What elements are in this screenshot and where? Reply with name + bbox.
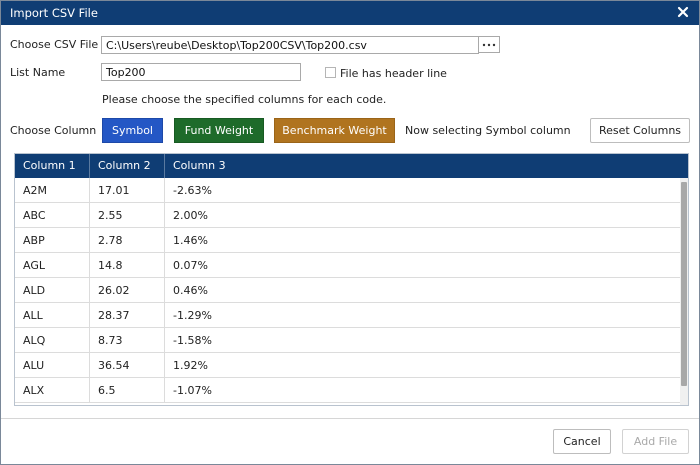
cell-col-3: 0.07% [173, 259, 208, 272]
table-row[interactable]: ALD 26.02 0.46% [15, 278, 680, 303]
cell-col-2: 6.5 [90, 378, 165, 403]
column-header-2[interactable]: Column 2 [90, 154, 165, 178]
column-header-1[interactable]: Column 1 [15, 154, 90, 178]
grid-body: A2M 17.01 -2.63% ABC 2.55 2.00% ABP 2.78… [15, 178, 680, 405]
header-line-checkbox[interactable] [325, 67, 336, 78]
column-header-3[interactable]: Column 3 [165, 154, 688, 178]
dialog-title: Import CSV File [10, 6, 98, 20]
cell-col-3: -2.63% [173, 184, 212, 197]
symbol-button[interactable]: Symbol [102, 118, 163, 143]
cell-col-3: 0.46% [173, 284, 208, 297]
scrollbar-thumb[interactable] [681, 182, 687, 386]
cancel-button[interactable]: Cancel [553, 429, 611, 454]
list-name-label: List Name [10, 66, 66, 79]
cell-col-1: ALU [15, 353, 90, 378]
choose-csv-label: Choose CSV File [10, 38, 99, 51]
cell-col-3: 2.00% [173, 209, 208, 222]
title-bar: Import CSV File [1, 1, 699, 25]
cell-col-2: 14.8 [90, 253, 165, 278]
cell-col-1: ABP [15, 228, 90, 253]
cell-col-2: 26.02 [90, 278, 165, 303]
table-row[interactable]: ALQ 8.73 -1.58% [15, 328, 680, 353]
close-icon[interactable] [675, 4, 691, 20]
cell-col-1: AGL [15, 253, 90, 278]
choose-column-label: Choose Column [10, 124, 97, 137]
cell-col-2: 8.73 [90, 328, 165, 353]
table-row[interactable]: AGL 14.8 0.07% [15, 253, 680, 278]
browse-button[interactable] [478, 36, 500, 53]
table-row[interactable]: ALX 6.5 -1.07% [15, 378, 680, 403]
cell-col-1: ALQ [15, 328, 90, 353]
cell-col-3: -1.58% [173, 334, 212, 347]
cell-col-3: 1.92% [173, 359, 208, 372]
table-row[interactable]: ALU 36.54 1.92% [15, 353, 680, 378]
import-csv-dialog: Import CSV File Choose CSV File C:\Users… [0, 0, 700, 465]
footer-divider [1, 418, 699, 419]
add-file-button[interactable]: Add File [622, 429, 689, 454]
reset-columns-button[interactable]: Reset Columns [590, 118, 690, 143]
grid-header: Column 1 Column 2 Column 3 [15, 154, 688, 178]
csv-path-field[interactable]: C:\Users\reube\Desktop\Top200CSV\Top200.… [101, 36, 479, 54]
benchmark-weight-button[interactable]: Benchmark Weight [274, 118, 395, 143]
table-row[interactable]: ALL 28.37 -1.29% [15, 303, 680, 328]
ellipsis-icon [482, 43, 496, 46]
cell-col-2: 17.01 [90, 178, 165, 203]
cell-col-1: ALX [15, 378, 90, 403]
cell-col-1: ALL [15, 303, 90, 328]
cell-col-1: ALD [15, 278, 90, 303]
cell-col-3: 1.46% [173, 234, 208, 247]
csv-preview-grid: Column 1 Column 2 Column 3 A2M 17.01 -2.… [14, 153, 689, 406]
table-row[interactable]: ABP 2.78 1.46% [15, 228, 680, 253]
cell-col-3: -1.29% [173, 309, 212, 322]
cell-col-1: ABC [15, 203, 90, 228]
table-row[interactable]: ABC 2.55 2.00% [15, 203, 680, 228]
cell-col-2: 28.37 [90, 303, 165, 328]
cell-col-2: 2.55 [90, 203, 165, 228]
cell-col-1: A2M [15, 178, 90, 203]
instruction-text: Please choose the specified columns for … [102, 93, 387, 106]
selection-status-text: Now selecting Symbol column [405, 124, 571, 137]
header-line-label: File has header line [340, 67, 447, 80]
table-row[interactable]: A2M 17.01 -2.63% [15, 178, 680, 203]
fund-weight-button[interactable]: Fund Weight [174, 118, 264, 143]
cell-col-2: 36.54 [90, 353, 165, 378]
list-name-input[interactable]: Top200 [101, 63, 301, 81]
cell-col-2: 2.78 [90, 228, 165, 253]
cell-col-3: -1.07% [173, 384, 212, 397]
vertical-scrollbar[interactable] [680, 178, 688, 405]
